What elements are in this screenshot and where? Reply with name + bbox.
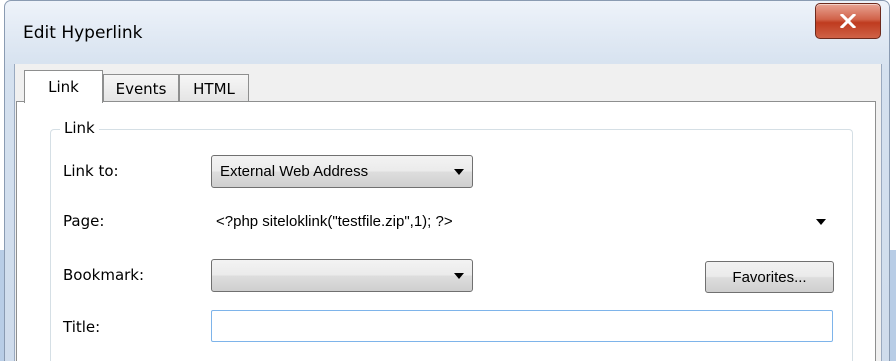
chevron-down-icon[interactable] bbox=[816, 219, 826, 225]
tab-events-label: Events bbox=[115, 79, 167, 98]
tab-events[interactable]: Events bbox=[103, 74, 179, 102]
close-icon bbox=[840, 14, 856, 28]
bookmark-label: Bookmark: bbox=[63, 266, 145, 284]
close-button[interactable] bbox=[815, 3, 881, 39]
page-label: Page: bbox=[63, 212, 105, 230]
tab-html-label: HTML bbox=[193, 79, 235, 98]
chevron-down-icon bbox=[454, 168, 464, 175]
window-title: Edit Hyperlink bbox=[23, 23, 143, 43]
tab-link[interactable]: Link bbox=[24, 70, 103, 103]
bookmark-dropdown[interactable] bbox=[211, 259, 473, 292]
favorites-button[interactable]: Favorites... bbox=[705, 261, 834, 293]
page-combobox[interactable]: <?php siteloklink("testfile.zip",1); ?> bbox=[211, 205, 833, 237]
tab-link-label: Link bbox=[48, 78, 79, 96]
link-to-value: External Web Address bbox=[220, 163, 369, 180]
chevron-down-icon bbox=[454, 272, 464, 279]
title-input[interactable] bbox=[211, 310, 833, 342]
link-to-dropdown[interactable]: External Web Address bbox=[211, 155, 473, 188]
link-to-label: Link to: bbox=[63, 162, 119, 180]
tab-html[interactable]: HTML bbox=[179, 74, 249, 102]
page-value: <?php siteloklink("testfile.zip",1); ?> bbox=[216, 212, 453, 230]
link-group-legend: Link bbox=[60, 119, 99, 137]
title-label: Title: bbox=[63, 318, 101, 336]
